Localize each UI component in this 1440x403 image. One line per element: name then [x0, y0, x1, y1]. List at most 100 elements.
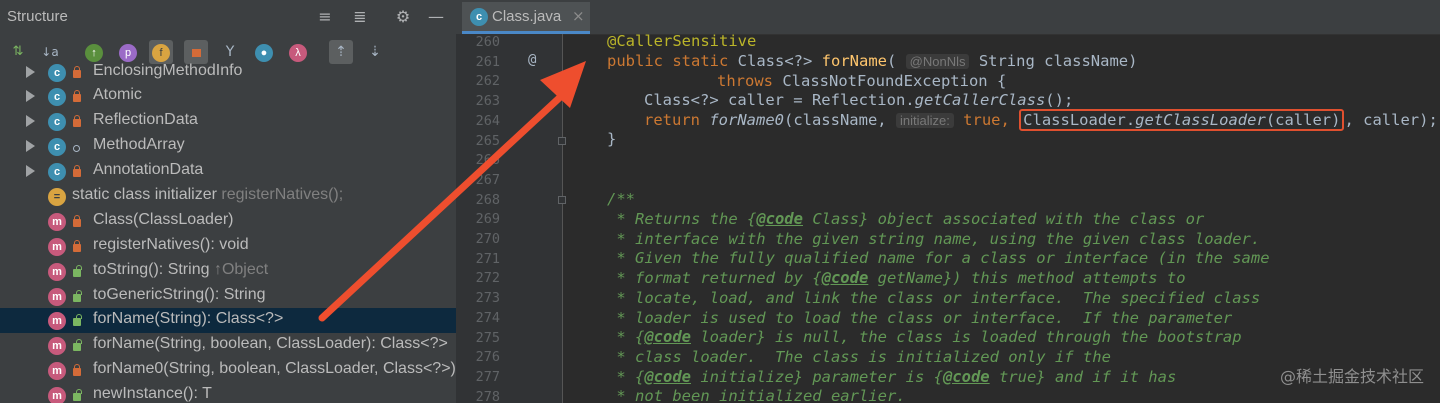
collapse-all-icon[interactable]: ≣: [349, 6, 371, 28]
expand-arrow-icon[interactable]: [26, 140, 35, 152]
code-line-261[interactable]: public static Class<?> forName( @NonNls …: [607, 52, 1137, 70]
method-icon: m: [48, 387, 66, 403]
javadoc-text: * locate, load, and link the class or in…: [607, 288, 1261, 307]
private-lock-icon: [73, 215, 81, 227]
tree-item-label: toGenericString(): String: [93, 286, 266, 303]
tree-item-register-natives[interactable]: m registerNatives(): void: [0, 234, 456, 259]
line-number: 275: [475, 329, 500, 346]
javadoc-text: Class} object associated with the class …: [802, 210, 1205, 228]
class-icon: c: [48, 138, 66, 156]
code-line-262[interactable]: throws ClassNotFoundException {: [717, 72, 1006, 90]
javadoc-text: * class loader. The class is initialized…: [607, 347, 1111, 366]
tree-item-atomic[interactable]: c Atomic: [0, 84, 456, 109]
tree-item-label: forName0(String, boolean, ClassLoader, C…: [93, 360, 456, 377]
public-unlock-icon: [73, 290, 82, 302]
public-unlock-icon: [73, 314, 82, 326]
tree-item-constructor[interactable]: m Class(ClassLoader): [0, 209, 456, 234]
static-initializer-icon: =: [48, 188, 66, 206]
javadoc-line[interactable]: * {@code initialize} parameter is {@code…: [607, 368, 1176, 386]
javadoc-text: * Returns the {: [607, 210, 757, 228]
javadoc-line[interactable]: * Returns the {@code Class} object assoc…: [607, 210, 1204, 228]
close-tab-icon[interactable]: ×: [572, 7, 585, 25]
expand-all-icon[interactable]: ≡: [314, 6, 336, 28]
javadoc-line[interactable]: * not been initialized earlier.: [607, 387, 905, 403]
line-number: 265: [475, 132, 500, 149]
expand-arrow-icon[interactable]: [26, 90, 35, 102]
javadoc-text: * interface with the given string name, …: [607, 229, 1261, 248]
tree-item-label: MethodArray: [93, 136, 185, 153]
public-unlock-icon: [73, 389, 82, 401]
method-icon: m: [48, 263, 66, 281]
javadoc-line[interactable]: * interface with the given string name, …: [607, 230, 1260, 248]
tree-item-reflection-data[interactable]: c ReflectionData: [0, 109, 456, 134]
hide-panel-icon[interactable]: —: [425, 6, 447, 28]
tab-class-java[interactable]: c Class.java ×: [462, 2, 590, 34]
javadoc-text: * Given the fully qualified name for a c…: [607, 249, 1270, 268]
tree-item-label: Atomic: [93, 86, 142, 103]
javadoc-text: * loader is used to load the class or in…: [607, 308, 1233, 327]
code-line-268[interactable]: /**: [607, 190, 635, 208]
panel-title: Structure: [7, 8, 68, 25]
annotation-gutter-icon[interactable]: @: [528, 52, 536, 68]
tree-item-label: newInstance(): T: [93, 385, 212, 402]
structure-header: Structure ≡ ≣ ⚙ —: [0, 0, 456, 34]
javadoc-tag: @code: [942, 367, 990, 386]
tree-item-for-name0[interactable]: m forName0(String, boolean, ClassLoader,…: [0, 358, 456, 383]
javadoc-line[interactable]: * loader is used to load the class or in…: [607, 309, 1232, 327]
javadoc-text: getName}) this method attempts to: [868, 269, 1186, 288]
javadoc-line[interactable]: * class loader. The class is initialized…: [607, 348, 1111, 366]
inlay-hint: initialize:: [895, 113, 954, 128]
structure-panel: Structure ≡ ≣ ⚙ — ⇅ ↓a ↑ p f Y ● λ ⇡ ⇣ c…: [0, 0, 456, 403]
tree-item-annotation-data[interactable]: c AnnotationData: [0, 159, 456, 184]
line-number: 267: [475, 171, 500, 188]
javadoc-text: true} and if it has: [989, 367, 1177, 386]
javadoc-line[interactable]: * format returned by {@code getName}) th…: [607, 269, 1186, 288]
tree-item-for-name[interactable]: m forName(String): Class<?>: [0, 308, 456, 333]
line-number: 263: [475, 93, 500, 110]
code-editor: c Class.java × 260 261 262 263 264 265 2…: [456, 0, 1440, 403]
fold-marker-icon[interactable]: [558, 137, 566, 145]
line-number: 271: [475, 250, 500, 267]
line-number: 264: [475, 112, 500, 129]
tree-item-new-instance[interactable]: m newInstance(): T: [0, 383, 456, 403]
public-unlock-icon: [73, 265, 82, 277]
tree-item-label: forName(String, boolean, ClassLoader): C…: [93, 335, 448, 352]
code-line-260[interactable]: @CallerSensitive: [607, 32, 756, 50]
line-number: 269: [475, 211, 500, 228]
tree-item-to-string[interactable]: m toString(): String ↑Object: [0, 259, 456, 284]
tree-item-static-initializer[interactable]: = static class initializer registerNativ…: [0, 184, 456, 209]
javadoc-text: * {: [607, 367, 645, 386]
javadoc-tag: @code: [644, 367, 691, 386]
javadoc-text: loader} is null, the class is loaded thr…: [691, 328, 1242, 347]
javadoc-line[interactable]: * {@code loader} is null, the class is l…: [607, 328, 1242, 347]
method-icon: m: [48, 337, 66, 355]
line-number: 278: [475, 388, 500, 403]
public-unlock-icon: [73, 339, 82, 351]
line-number: 274: [475, 309, 500, 326]
tree-item-for-name-3-args[interactable]: m forName(String, boolean, ClassLoader):…: [0, 333, 456, 358]
line-number: 260: [475, 34, 500, 50]
javadoc-tag: @code: [756, 210, 803, 228]
settings-gear-icon[interactable]: ⚙: [392, 6, 414, 28]
javadoc-text: * format returned by {: [607, 269, 822, 288]
code-line-263[interactable]: Class<?> caller = Reflection.getCallerCl…: [644, 91, 1073, 109]
line-number-gutter: 260 261 262 263 264 265 266 267 268 269 …: [456, 34, 562, 403]
code-line-265[interactable]: }: [607, 130, 616, 148]
tree-item-to-generic-string[interactable]: m toGenericString(): String: [0, 284, 456, 309]
javadoc-line[interactable]: * locate, load, and link the class or in…: [607, 289, 1260, 307]
code-line-264[interactable]: return forName0(className, initialize: t…: [644, 109, 1438, 131]
line-number: 272: [475, 270, 500, 287]
tree-item-enclosing-method-info[interactable]: c EnclosingMethodInfo: [0, 60, 456, 85]
class-icon: c: [48, 163, 66, 181]
expand-arrow-icon[interactable]: [26, 165, 35, 177]
class-icon: c: [48, 88, 66, 106]
javadoc-line[interactable]: * Given the fully qualified name for a c…: [607, 249, 1270, 268]
expand-arrow-icon[interactable]: [26, 66, 35, 78]
tree-item-label: EnclosingMethodInfo: [93, 62, 243, 79]
expand-arrow-icon[interactable]: [26, 115, 35, 127]
method-icon: m: [48, 238, 66, 256]
javadoc-text: initialize} parameter is {: [691, 367, 943, 386]
tree-item-method-array[interactable]: c MethodArray: [0, 134, 456, 159]
fold-marker-icon[interactable]: [558, 196, 566, 204]
tree-item-label: AnnotationData: [93, 161, 204, 178]
